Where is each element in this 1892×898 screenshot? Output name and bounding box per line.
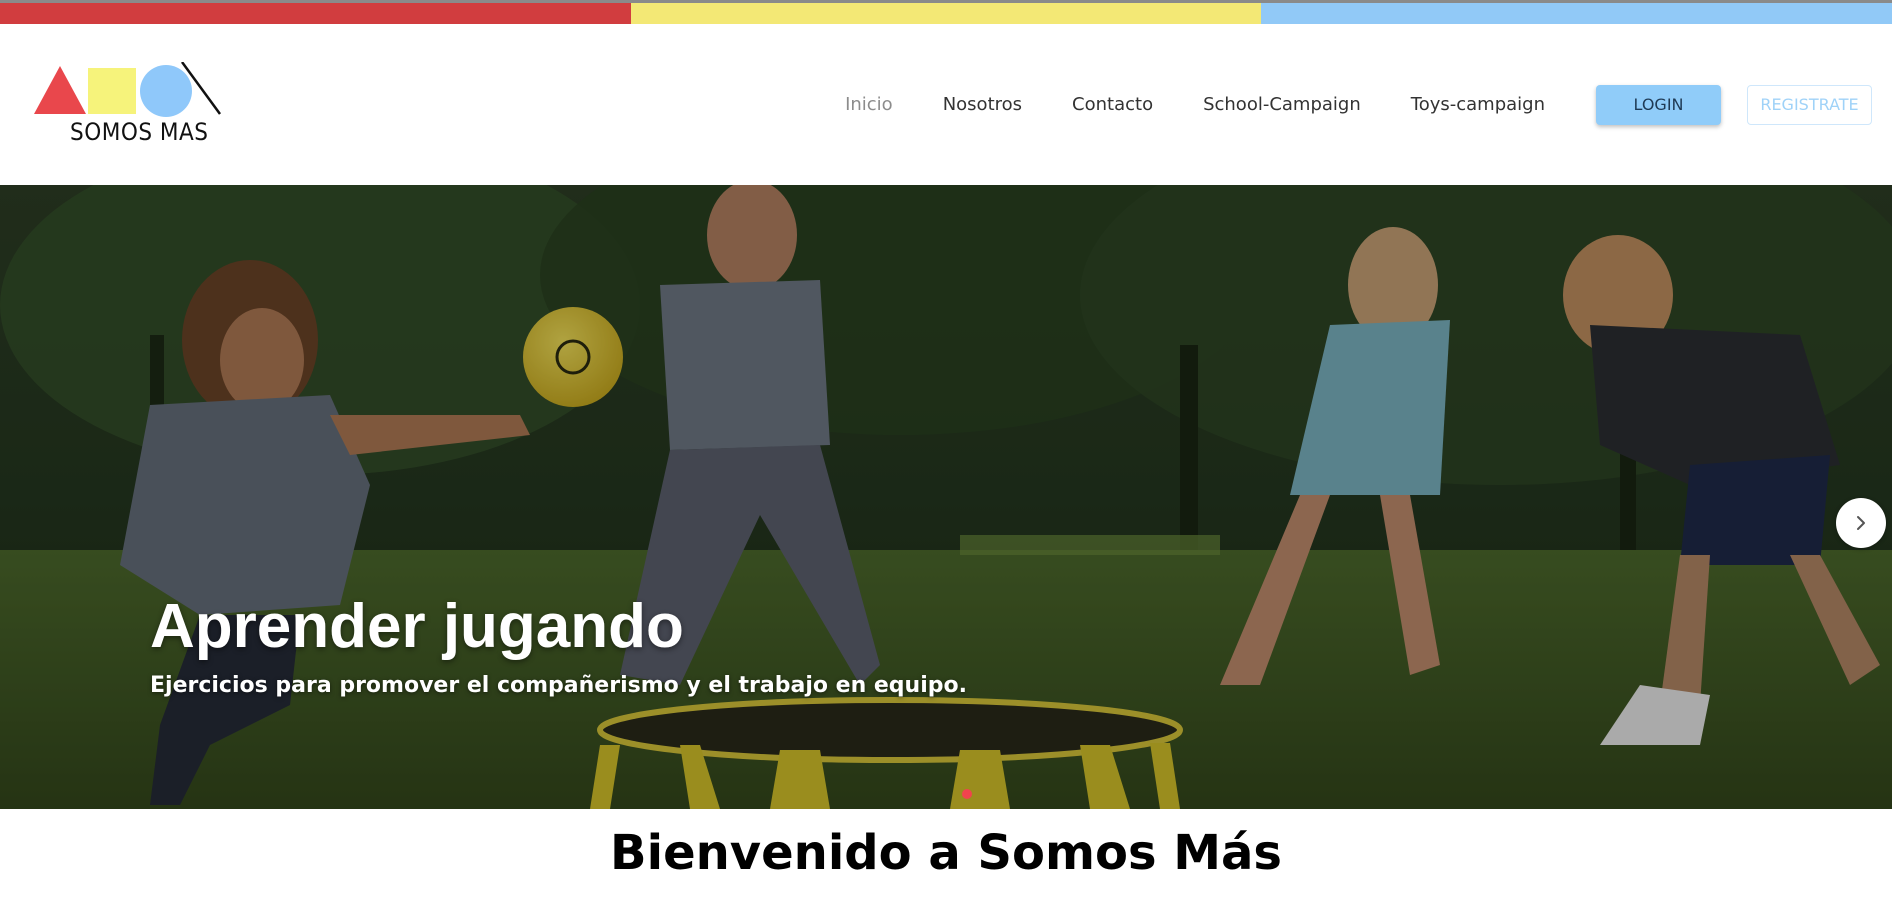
nav-link-school-campaign[interactable]: School-Campaign	[1203, 94, 1361, 115]
chevron-right-icon	[1857, 516, 1865, 530]
nav-link-contacto[interactable]: Contacto	[1072, 94, 1153, 115]
hero-subtitle: Ejercicios para promover el compañerismo…	[150, 673, 967, 699]
hero-dark-overlay	[0, 185, 1892, 809]
hero-caption: Aprender jugando Ejercicios para promove…	[150, 592, 967, 699]
nav-link-toys-campaign[interactable]: Toys-campaign	[1411, 94, 1545, 115]
logo-shapes-icon	[34, 62, 222, 117]
register-button[interactable]: REGISTRATE	[1747, 84, 1872, 125]
site-header: SOMOS MAS Inicio Nosotros Contacto Schoo…	[0, 24, 1892, 185]
login-button[interactable]: LOGIN	[1596, 84, 1721, 125]
carousel-next-button[interactable]	[1836, 498, 1886, 548]
main-nav: Inicio Nosotros Contacto School-Campaign…	[845, 24, 1892, 185]
color-bar-blue	[1261, 3, 1892, 24]
nav-link-inicio[interactable]: Inicio	[845, 94, 893, 115]
color-bar-yellow	[630, 3, 1262, 24]
welcome-section: Bienvenido a Somos Más	[0, 809, 1892, 898]
logo-text: SOMOS MAS	[70, 118, 209, 146]
nav-link-nosotros[interactable]: Nosotros	[943, 94, 1022, 115]
hero-title: Aprender jugando	[150, 592, 684, 661]
color-bar-red	[0, 3, 631, 24]
carousel-indicators	[962, 789, 972, 799]
hero-carousel: Aprender jugando Ejercicios para promove…	[0, 185, 1892, 809]
carousel-dot-active[interactable]	[962, 789, 972, 799]
site-logo[interactable]: SOMOS MAS	[34, 62, 234, 172]
top-color-bar	[0, 0, 1892, 24]
welcome-heading: Bienvenido a Somos Más	[610, 825, 1282, 881]
